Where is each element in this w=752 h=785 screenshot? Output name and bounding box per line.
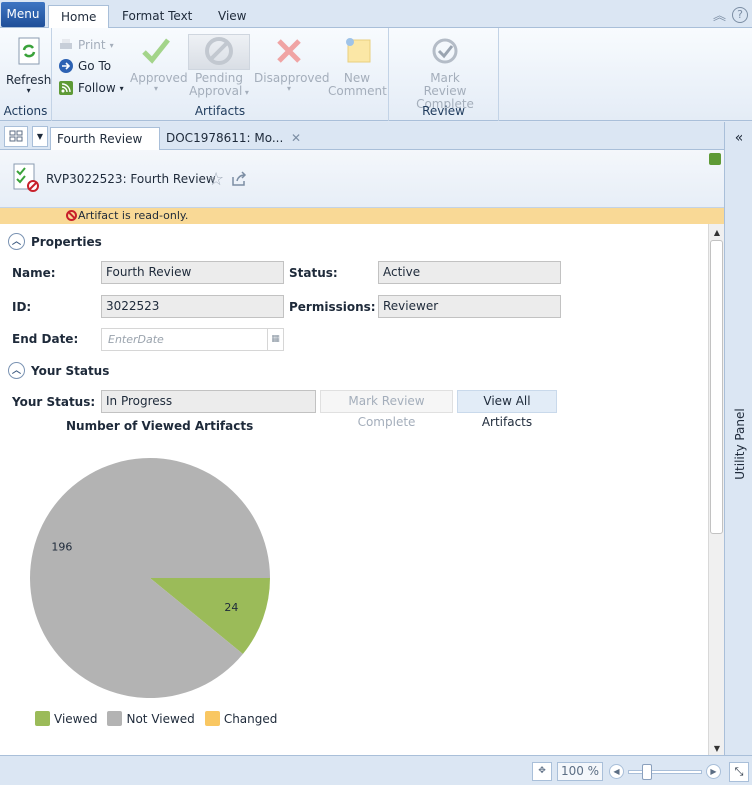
view-all-artifacts-button[interactable]: View All Artifacts (457, 390, 557, 429)
your-status-section-header[interactable]: ︿ Your Status (8, 362, 109, 379)
tab-view[interactable]: View (206, 5, 258, 28)
go-to-button[interactable]: Go To (58, 58, 111, 74)
grid-icon (9, 130, 23, 142)
name-field: Fourth Review (101, 261, 284, 284)
page-title: RVP3022523: Fourth Review (46, 172, 216, 186)
help-icon[interactable]: ? (732, 6, 748, 23)
legend-item-changed[interactable]: Changed (204, 711, 278, 726)
close-icon[interactable]: ✕ (291, 127, 301, 149)
legend-swatch (204, 711, 220, 726)
fit-to-page-icon[interactable]: ✥ (532, 762, 552, 781)
chevron-up-icon[interactable]: ︿ (8, 362, 25, 379)
legend-item-viewed[interactable]: Viewed (35, 711, 97, 726)
ribbon-group-actions: Refresh ▾ Actions (0, 28, 52, 121)
permissions-label: Permissions: (289, 300, 376, 314)
pie-label-viewed: 24 (224, 601, 238, 614)
refresh-icon (18, 37, 40, 65)
name-label: Name: (12, 266, 56, 280)
legend-swatch (35, 711, 50, 726)
read-only-banner: Artifact is read-only. (0, 208, 724, 224)
tab-list-dropdown[interactable]: ▼ (32, 126, 48, 147)
id-label: ID: (12, 300, 32, 314)
artifact-header: RVP3022523: Fourth Review ☆ (0, 150, 724, 208)
chevron-up-icon[interactable]: ︿ (8, 233, 25, 250)
zoom-slider-track[interactable] (628, 770, 702, 774)
ribbon-group-artifacts: Print ▾ Go To Follow ▾ Approved ▾ Pending … (52, 28, 389, 121)
properties-section-header[interactable]: ︿ Properties (8, 233, 102, 250)
legend-label: Changed (223, 711, 278, 726)
ribbon-tab-bar: Menu Home Format Text View ︽ ? (0, 0, 752, 29)
menu-button[interactable]: Menu (1, 2, 45, 27)
tab-home[interactable]: Home (48, 5, 110, 29)
status-label: Status: (289, 266, 338, 280)
print-button[interactable]: Print ▾ (58, 37, 114, 53)
go-to-icon (59, 59, 73, 73)
your-status-field: In Progress (101, 390, 316, 413)
end-date-label: End Date: (12, 332, 79, 346)
utility-panel-label: Utility Panel (733, 408, 747, 480)
no-entry-icon (205, 37, 233, 65)
ribbon-group-review: Mark Review Complete Review (389, 28, 499, 121)
chart-title: Number of Viewed Artifacts (66, 419, 254, 433)
pie-slice-not-viewed[interactable] (30, 458, 271, 698)
zoom-out-button[interactable]: ◀ (609, 764, 624, 779)
tab-grid-button[interactable] (4, 126, 28, 147)
pending-approval-button[interactable]: Pending Approval ▾ (188, 34, 250, 99)
new-comment-button[interactable]: New Comment (328, 34, 387, 98)
review-document-icon (13, 163, 39, 192)
mark-review-complete-button[interactable]: Mark Review Complete (395, 34, 495, 111)
comment-note-icon (346, 38, 371, 63)
ribbon: Refresh ▾ Actions Print ▾ Go To Follow ▾ A… (0, 28, 752, 121)
zoom-in-button[interactable]: ▶ (706, 764, 721, 779)
legend-swatch (107, 711, 123, 726)
main-content: ︿ Properties Name: Fourth Review Status:… (0, 224, 708, 755)
scrollbar-thumb[interactable] (710, 240, 723, 534)
zoom-level[interactable]: 100 % (557, 762, 603, 781)
utility-panel[interactable]: « Utility Panel (724, 122, 752, 755)
your-status-label: Your Status: (12, 395, 96, 409)
collapse-ribbon-icon[interactable]: ︽ (713, 5, 726, 24)
disapproved-button[interactable]: Disapproved ▾ (254, 34, 330, 93)
printer-icon (60, 39, 72, 49)
tab-format-text[interactable]: Format Text (110, 5, 204, 28)
scroll-down-icon[interactable]: ▼ (709, 744, 725, 753)
share-icon[interactable] (231, 171, 247, 187)
group-label-review: Review (422, 104, 465, 118)
group-label-actions: Actions (3, 104, 48, 118)
expand-icon[interactable]: ⤡ (729, 762, 749, 782)
zoom-slider-thumb[interactable] (642, 764, 652, 780)
mark-review-complete-inline-button[interactable]: Mark Review Complete (320, 390, 453, 429)
end-date-field[interactable]: EnterDate ▦ (101, 328, 284, 351)
group-label-artifacts: Artifacts (194, 104, 246, 118)
doc-tab-doc1978611[interactable]: DOC1978611: Mo... (160, 127, 289, 150)
legend-label: Viewed (54, 711, 98, 726)
calendar-icon[interactable]: ▦ (267, 329, 283, 350)
status-bar: ✥ 100 % ◀ ▶ ⤡ (0, 755, 752, 785)
x-mark-icon (277, 39, 301, 63)
no-entry-icon (66, 210, 77, 221)
pie-chart: 24 196 (30, 458, 271, 698)
utility-panel-expand-button[interactable]: « (725, 130, 752, 146)
scroll-up-icon[interactable]: ▲ (709, 228, 725, 237)
checkmark-icon (142, 38, 170, 64)
status-field: Active (378, 261, 561, 284)
follow-button[interactable]: Follow ▾ (58, 80, 124, 96)
approved-button[interactable]: Approved ▾ (130, 34, 188, 93)
content-scrollbar[interactable]: ▲ ▼ (708, 224, 724, 755)
permissions-field: Reviewer (378, 295, 561, 318)
star-icon[interactable]: ☆ (208, 169, 224, 190)
id-field: 3022523 (101, 295, 284, 318)
rss-feed-icon[interactable] (709, 153, 721, 165)
legend-item-not-viewed[interactable]: Not Viewed (107, 711, 195, 726)
review-complete-icon (432, 38, 458, 64)
legend-label: Not Viewed (126, 711, 195, 726)
chart-legend: Viewed Not Viewed Changed (35, 711, 281, 726)
pie-label-not-viewed: 196 (51, 541, 72, 554)
doc-tab-fourth-review[interactable]: Fourth Review (50, 127, 160, 150)
rss-icon (59, 81, 73, 95)
refresh-button[interactable]: Refresh ▾ (6, 36, 51, 95)
document-tab-bar: ▼ Fourth Review DOC1978611: Mo... ✕ (0, 122, 724, 150)
